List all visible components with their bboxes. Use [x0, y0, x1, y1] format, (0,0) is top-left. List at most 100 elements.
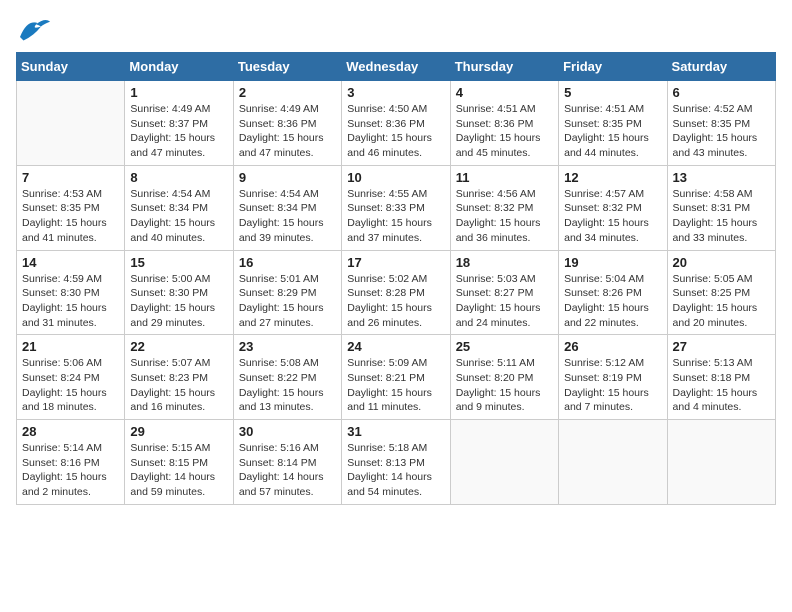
calendar-cell: 18 Sunrise: 5:03 AM Sunset: 8:27 PM Dayli… [450, 250, 558, 335]
day-info: Sunrise: 5:01 AM Sunset: 8:29 PM Dayligh… [239, 272, 336, 331]
calendar-cell [450, 420, 558, 505]
calendar-cell: 31 Sunrise: 5:18 AM Sunset: 8:13 PM Dayli… [342, 420, 450, 505]
day-number: 7 [22, 170, 119, 185]
day-number: 2 [239, 85, 336, 100]
calendar-cell [17, 81, 125, 166]
day-number: 28 [22, 424, 119, 439]
calendar-cell: 7 Sunrise: 4:53 AM Sunset: 8:35 PM Daylig… [17, 165, 125, 250]
day-number: 26 [564, 339, 661, 354]
calendar-cell: 2 Sunrise: 4:49 AM Sunset: 8:36 PM Daylig… [233, 81, 341, 166]
day-number: 27 [673, 339, 770, 354]
calendar-cell: 24Sunrise: 5:09 AM Sunset: 8:21 PM Dayli… [342, 335, 450, 420]
day-info: Sunrise: 4:49 AM Sunset: 8:36 PM Dayligh… [239, 102, 336, 161]
logo [16, 16, 56, 44]
day-info: Sunrise: 4:54 AM Sunset: 8:34 PM Dayligh… [130, 187, 227, 246]
calendar-cell [559, 420, 667, 505]
day-info: Sunrise: 5:15 AM Sunset: 8:15 PM Dayligh… [130, 441, 227, 500]
day-number: 14 [22, 255, 119, 270]
calendar-week-row: 28 Sunrise: 5:14 AM Sunset: 8:16 PM Dayli… [17, 420, 776, 505]
calendar-cell: 5 Sunrise: 4:51 AM Sunset: 8:35 PM Daylig… [559, 81, 667, 166]
day-number: 4 [456, 85, 553, 100]
logo-icon [16, 16, 52, 44]
calendar-cell: 17Sunrise: 5:02 AM Sunset: 8:28 PM Dayli… [342, 250, 450, 335]
calendar-week-row: 1 Sunrise: 4:49 AM Sunset: 8:37 PM Daylig… [17, 81, 776, 166]
day-number: 29 [130, 424, 227, 439]
day-info: Sunrise: 5:09 AM Sunset: 8:21 PM Dayligh… [347, 356, 444, 415]
day-number: 8 [130, 170, 227, 185]
day-info: Sunrise: 5:16 AM Sunset: 8:14 PM Dayligh… [239, 441, 336, 500]
weekday-header-sunday: Sunday [17, 53, 125, 81]
calendar-cell: 8 Sunrise: 4:54 AM Sunset: 8:34 PM Daylig… [125, 165, 233, 250]
calendar-cell: 4 Sunrise: 4:51 AM Sunset: 8:36 PM Daylig… [450, 81, 558, 166]
day-info: Sunrise: 4:50 AM Sunset: 8:36 PM Dayligh… [347, 102, 444, 161]
day-number: 21 [22, 339, 119, 354]
weekday-header-friday: Friday [559, 53, 667, 81]
calendar-table: SundayMondayTuesdayWednesdayThursdayFrid… [16, 52, 776, 505]
day-info: Sunrise: 4:54 AM Sunset: 8:34 PM Dayligh… [239, 187, 336, 246]
day-number: 9 [239, 170, 336, 185]
calendar-cell: 16 Sunrise: 5:01 AM Sunset: 8:29 PM Dayli… [233, 250, 341, 335]
calendar-cell: 3 Sunrise: 4:50 AM Sunset: 8:36 PM Daylig… [342, 81, 450, 166]
day-info: Sunrise: 5:14 AM Sunset: 8:16 PM Dayligh… [22, 441, 119, 500]
calendar-cell: 15Sunrise: 5:00 AM Sunset: 8:30 PM Dayli… [125, 250, 233, 335]
day-info: Sunrise: 5:07 AM Sunset: 8:23 PM Dayligh… [130, 356, 227, 415]
day-info: Sunrise: 5:03 AM Sunset: 8:27 PM Dayligh… [456, 272, 553, 331]
calendar-week-row: 21 Sunrise: 5:06 AM Sunset: 8:24 PM Dayli… [17, 335, 776, 420]
day-info: Sunrise: 5:18 AM Sunset: 8:13 PM Dayligh… [347, 441, 444, 500]
page-header [16, 16, 776, 44]
day-info: Sunrise: 4:55 AM Sunset: 8:33 PM Dayligh… [347, 187, 444, 246]
calendar-cell: 29 Sunrise: 5:15 AM Sunset: 8:15 PM Dayli… [125, 420, 233, 505]
day-info: Sunrise: 4:53 AM Sunset: 8:35 PM Dayligh… [22, 187, 119, 246]
day-number: 1 [130, 85, 227, 100]
day-info: Sunrise: 4:51 AM Sunset: 8:36 PM Dayligh… [456, 102, 553, 161]
calendar-cell: 1 Sunrise: 4:49 AM Sunset: 8:37 PM Daylig… [125, 81, 233, 166]
calendar-cell: 26Sunrise: 5:12 AM Sunset: 8:19 PM Dayli… [559, 335, 667, 420]
day-info: Sunrise: 5:04 AM Sunset: 8:26 PM Dayligh… [564, 272, 661, 331]
calendar-cell: 21 Sunrise: 5:06 AM Sunset: 8:24 PM Dayli… [17, 335, 125, 420]
calendar-cell: 12 Sunrise: 4:57 AM Sunset: 8:32 PM Dayli… [559, 165, 667, 250]
calendar-cell: 27Sunrise: 5:13 AM Sunset: 8:18 PM Dayli… [667, 335, 775, 420]
day-info: Sunrise: 5:00 AM Sunset: 8:30 PM Dayligh… [130, 272, 227, 331]
day-info: Sunrise: 5:11 AM Sunset: 8:20 PM Dayligh… [456, 356, 553, 415]
day-info: Sunrise: 4:57 AM Sunset: 8:32 PM Dayligh… [564, 187, 661, 246]
day-info: Sunrise: 5:06 AM Sunset: 8:24 PM Dayligh… [22, 356, 119, 415]
day-number: 5 [564, 85, 661, 100]
calendar-cell: 30 Sunrise: 5:16 AM Sunset: 8:14 PM Dayli… [233, 420, 341, 505]
calendar-cell: 9 Sunrise: 4:54 AM Sunset: 8:34 PM Daylig… [233, 165, 341, 250]
day-number: 23 [239, 339, 336, 354]
calendar-cell: 28 Sunrise: 5:14 AM Sunset: 8:16 PM Dayli… [17, 420, 125, 505]
day-number: 22 [130, 339, 227, 354]
weekday-header-thursday: Thursday [450, 53, 558, 81]
day-number: 17 [347, 255, 444, 270]
day-number: 31 [347, 424, 444, 439]
day-number: 18 [456, 255, 553, 270]
day-number: 16 [239, 255, 336, 270]
day-info: Sunrise: 4:51 AM Sunset: 8:35 PM Dayligh… [564, 102, 661, 161]
day-number: 19 [564, 255, 661, 270]
calendar-week-row: 7 Sunrise: 4:53 AM Sunset: 8:35 PM Daylig… [17, 165, 776, 250]
calendar-cell [667, 420, 775, 505]
weekday-header-saturday: Saturday [667, 53, 775, 81]
calendar-cell: 22 Sunrise: 5:07 AM Sunset: 8:23 PM Dayli… [125, 335, 233, 420]
calendar-cell: 6Sunrise: 4:52 AM Sunset: 8:35 PM Daylig… [667, 81, 775, 166]
day-number: 3 [347, 85, 444, 100]
day-number: 20 [673, 255, 770, 270]
calendar-cell: 25 Sunrise: 5:11 AM Sunset: 8:20 PM Dayli… [450, 335, 558, 420]
calendar-cell: 20 Sunrise: 5:05 AM Sunset: 8:25 PM Dayli… [667, 250, 775, 335]
day-info: Sunrise: 4:58 AM Sunset: 8:31 PM Dayligh… [673, 187, 770, 246]
day-number: 25 [456, 339, 553, 354]
day-number: 30 [239, 424, 336, 439]
day-info: Sunrise: 4:49 AM Sunset: 8:37 PM Dayligh… [130, 102, 227, 161]
day-info: Sunrise: 5:08 AM Sunset: 8:22 PM Dayligh… [239, 356, 336, 415]
day-info: Sunrise: 4:56 AM Sunset: 8:32 PM Dayligh… [456, 187, 553, 246]
day-info: Sunrise: 5:05 AM Sunset: 8:25 PM Dayligh… [673, 272, 770, 331]
calendar-cell: 10Sunrise: 4:55 AM Sunset: 8:33 PM Dayli… [342, 165, 450, 250]
calendar-cell: 19 Sunrise: 5:04 AM Sunset: 8:26 PM Dayli… [559, 250, 667, 335]
calendar-cell: 23 Sunrise: 5:08 AM Sunset: 8:22 PM Dayli… [233, 335, 341, 420]
calendar-week-row: 14 Sunrise: 4:59 AM Sunset: 8:30 PM Dayli… [17, 250, 776, 335]
day-number: 12 [564, 170, 661, 185]
weekday-header-wednesday: Wednesday [342, 53, 450, 81]
calendar-cell: 13Sunrise: 4:58 AM Sunset: 8:31 PM Dayli… [667, 165, 775, 250]
day-info: Sunrise: 4:59 AM Sunset: 8:30 PM Dayligh… [22, 272, 119, 331]
calendar-header-row: SundayMondayTuesdayWednesdayThursdayFrid… [17, 53, 776, 81]
